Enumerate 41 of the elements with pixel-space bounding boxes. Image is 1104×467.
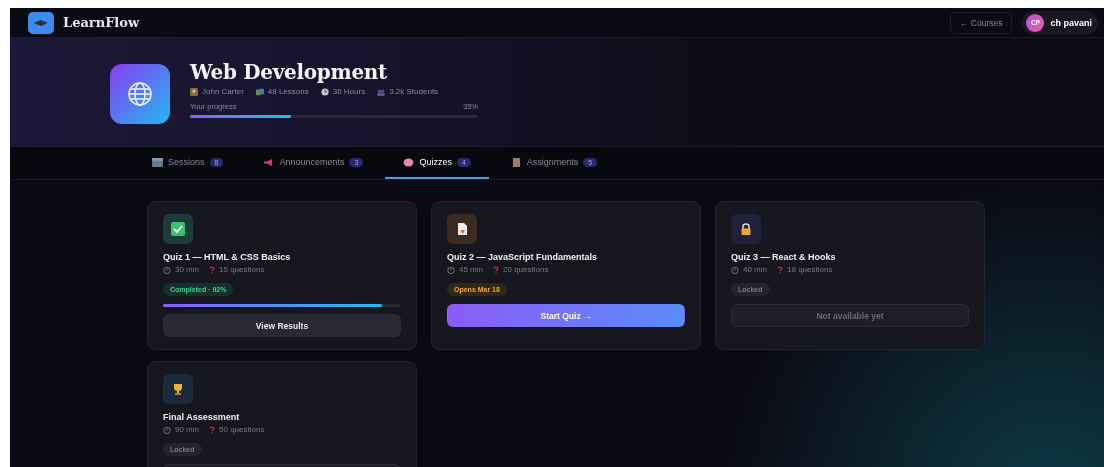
quiz-action-button[interactable]: Start Quiz → bbox=[447, 304, 685, 327]
course-stat: John Carter bbox=[202, 87, 244, 96]
quiz-duration: 45 min bbox=[459, 265, 483, 274]
course-stat: 48 Lessons bbox=[267, 87, 309, 96]
course-stat: 36 Hours bbox=[332, 87, 366, 96]
lock-icon bbox=[739, 222, 753, 236]
books-icon bbox=[255, 87, 264, 96]
app-name: LearnFlow bbox=[63, 15, 140, 30]
timer-icon bbox=[447, 265, 455, 274]
quiz-title: Quiz 2 — JavaScript Fundamentals bbox=[447, 252, 598, 262]
question-mark-icon bbox=[493, 265, 499, 274]
timer-icon bbox=[731, 265, 739, 274]
back-to-courses-link[interactable]: ← Courses bbox=[949, 11, 1013, 34]
logo-icon bbox=[28, 11, 54, 34]
question-count: 50 questions bbox=[219, 425, 265, 434]
timer-icon bbox=[163, 265, 171, 274]
document-icon bbox=[510, 157, 522, 167]
question-count: 15 questions bbox=[219, 265, 265, 274]
quiz-title: Quiz 3 — React & Hooks bbox=[731, 252, 836, 262]
quiz-title: Final Assessment bbox=[163, 412, 240, 422]
course-title: Web Development bbox=[190, 60, 388, 84]
quiz-duration: 30 min bbox=[175, 265, 199, 274]
quiz-action-button[interactable]: View Results bbox=[163, 314, 401, 337]
clock-icon bbox=[320, 87, 329, 96]
question-count: 20 questions bbox=[503, 265, 549, 274]
quiz-duration: 90 min bbox=[175, 425, 199, 434]
question-mark-icon bbox=[209, 265, 215, 274]
document-icon bbox=[455, 222, 469, 236]
question-count: 18 questions bbox=[787, 265, 833, 274]
question-mark-icon bbox=[777, 265, 783, 274]
question-mark-icon bbox=[209, 425, 215, 434]
quiz-title: Quiz 1 — HTML & CSS Basics bbox=[163, 252, 291, 262]
trophy-icon bbox=[171, 382, 185, 396]
people-icon bbox=[377, 87, 386, 96]
checkmark-icon bbox=[171, 222, 185, 236]
calendar-icon bbox=[152, 157, 163, 167]
course-stat: 3.2k Students bbox=[389, 87, 439, 96]
globe-icon bbox=[110, 64, 170, 124]
timer-icon bbox=[163, 425, 171, 434]
megaphone-icon bbox=[263, 157, 275, 167]
quiz-duration: 40 min bbox=[743, 265, 767, 274]
